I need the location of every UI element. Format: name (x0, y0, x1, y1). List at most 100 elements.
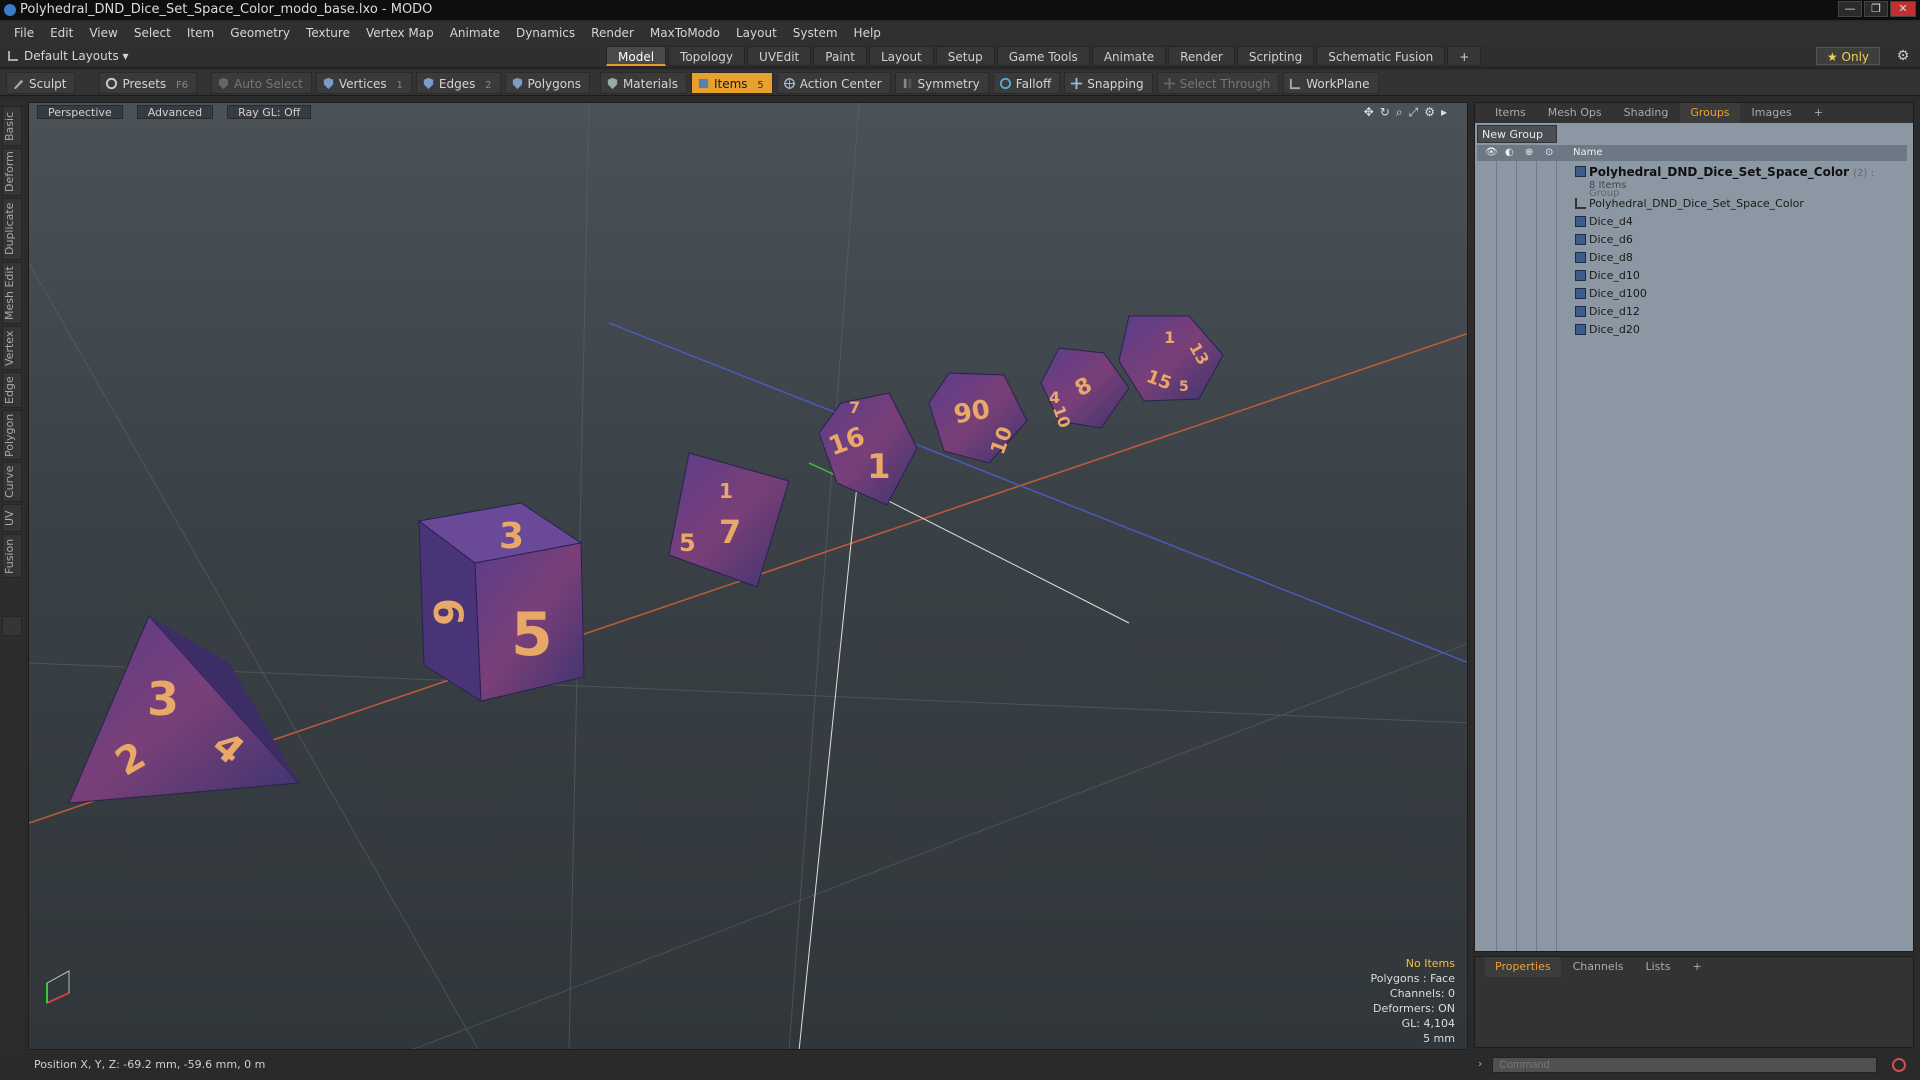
tab-shading[interactable]: Shading (1614, 103, 1679, 123)
tab-uvedit[interactable]: UVEdit (747, 46, 812, 66)
tab-animate[interactable]: Animate (1091, 46, 1167, 66)
zoom-icon[interactable]: ⌕ (1396, 105, 1403, 120)
shading-dropdown[interactable]: Advanced (136, 105, 214, 119)
menu-vertex-map[interactable]: Vertex Map (358, 26, 442, 40)
menu-file[interactable]: File (6, 26, 42, 40)
polygons-button[interactable]: Polygons (504, 71, 590, 94)
record-icon[interactable] (1892, 1058, 1906, 1072)
symmetry-button[interactable]: Symmetry (894, 71, 989, 94)
sculpt-button[interactable]: Sculpt (6, 71, 76, 94)
lock-column-icon[interactable]: ⊕ (1525, 145, 1533, 161)
list-item[interactable]: Dice_d100 (1575, 285, 1905, 303)
tab-items[interactable]: Items (1485, 103, 1536, 123)
maximize-button[interactable]: ❐ (1864, 1, 1888, 17)
menu-render[interactable]: Render (583, 26, 642, 40)
close-button[interactable]: ✕ (1890, 1, 1916, 17)
tab-paint[interactable]: Paint (813, 46, 867, 66)
d6-face-label: 3 (499, 516, 524, 557)
tab-fusion[interactable]: Fusion (2, 534, 22, 578)
tab-setup[interactable]: Setup (935, 46, 995, 66)
action-center-button[interactable]: Action Center (776, 71, 891, 94)
presets-button[interactable]: Presets F6 (99, 71, 198, 94)
menu-maxtomodo[interactable]: MaxToModo (642, 26, 728, 40)
tab-properties[interactable]: Properties (1485, 957, 1561, 977)
menu-help[interactable]: Help (846, 26, 889, 40)
left-tool-tabs: Basic Deform Duplicate Mesh Edit Vertex … (0, 100, 24, 1050)
menu-animate[interactable]: Animate (442, 26, 508, 40)
render-column-icon[interactable]: ◐ (1505, 145, 1514, 161)
tab-channels[interactable]: Channels (1563, 957, 1634, 977)
tab-lists[interactable]: Lists (1636, 957, 1681, 977)
panel-toggle-icon[interactable] (2, 616, 22, 636)
list-item[interactable]: Dice_d6 (1575, 231, 1905, 249)
tab-render[interactable]: Render (1168, 46, 1235, 66)
menu-view[interactable]: View (81, 26, 125, 40)
tab-edge[interactable]: Edge (2, 372, 22, 408)
expand-arrow-icon[interactable]: ▸ (1441, 105, 1447, 120)
select-through-button[interactable]: Select Through (1156, 71, 1280, 94)
select-column-icon[interactable]: ⊙ (1545, 145, 1553, 161)
gear-icon[interactable]: ⚙ (1894, 47, 1912, 65)
tab-duplicate[interactable]: Duplicate (2, 198, 22, 260)
menu-edit[interactable]: Edit (42, 26, 81, 40)
vertices-button[interactable]: Vertices 1 (315, 71, 412, 94)
tab-mesh-edit[interactable]: Mesh Edit (2, 262, 22, 324)
workplane-button[interactable]: WorkPlane (1283, 71, 1379, 94)
list-item[interactable]: Dice_d10 (1575, 267, 1905, 285)
crosshair-icon (783, 77, 795, 89)
tab-deform[interactable]: Deform (2, 148, 22, 196)
tab-basic[interactable]: Basic (2, 106, 22, 146)
minimize-button[interactable]: — (1838, 1, 1862, 17)
dice-d4[interactable] (68, 615, 301, 804)
3d-viewport[interactable]: 3 2 4 3 6 5 1 5 7 7 16 1 90 10 8 4 10 1 … (28, 102, 1468, 1050)
materials-button[interactable]: Materials (599, 71, 687, 94)
add-panel-tab-button[interactable]: + (1804, 103, 1833, 123)
tab-scripting[interactable]: Scripting (1236, 46, 1315, 66)
rotate-icon[interactable]: ↻ (1380, 105, 1390, 120)
material-icon (607, 77, 618, 89)
eye-column-icon[interactable]: 👁 (1485, 145, 1498, 161)
view-mode-dropdown[interactable]: Perspective (37, 105, 123, 119)
list-item[interactable]: Dice_d4 (1575, 213, 1905, 231)
tab-layout[interactable]: Layout (868, 46, 934, 66)
menu-texture[interactable]: Texture (298, 26, 358, 40)
tab-images[interactable]: Images (1742, 103, 1802, 123)
add-properties-tab-button[interactable]: + (1682, 957, 1711, 977)
add-tab-button[interactable]: + (1447, 46, 1482, 66)
tab-topology[interactable]: Topology (668, 46, 746, 66)
auto-select-button[interactable]: Auto Select (211, 71, 312, 94)
new-group-button[interactable]: New Group (1477, 125, 1557, 143)
pan-icon[interactable]: ✥ (1364, 105, 1374, 120)
menu-system[interactable]: System (785, 26, 846, 40)
fit-icon[interactable]: ⤢ (1409, 105, 1419, 120)
falloff-button[interactable]: Falloff (992, 71, 1061, 94)
snapping-button[interactable]: Snapping (1064, 71, 1153, 94)
tab-schematic-fusion[interactable]: Schematic Fusion (1316, 46, 1446, 66)
tab-vertex[interactable]: Vertex (2, 326, 22, 370)
tab-polygon[interactable]: Polygon (2, 410, 22, 460)
tab-mesh-ops[interactable]: Mesh Ops (1538, 103, 1612, 123)
tab-game-tools[interactable]: Game Tools (996, 46, 1090, 66)
mode-tabs: Model Topology UVEdit Paint Layout Setup… (606, 46, 1482, 66)
list-item[interactable]: Dice_d12 (1575, 303, 1905, 321)
menu-item[interactable]: Item (179, 26, 222, 40)
mesh-icon (1575, 270, 1586, 281)
tab-curve[interactable]: Curve (2, 462, 22, 502)
layout-selector[interactable]: Default Layouts ▾ (6, 47, 129, 65)
tab-model[interactable]: Model (606, 46, 667, 66)
edges-button[interactable]: Edges 2 (415, 71, 501, 94)
menu-select[interactable]: Select (126, 26, 179, 40)
menu-layout[interactable]: Layout (728, 26, 785, 40)
list-item[interactable]: Dice_d8 (1575, 249, 1905, 267)
list-item[interactable]: Polyhedral_DND_Dice_Set_Space_Color (1575, 195, 1905, 213)
viewport-gear-icon[interactable]: ⚙ (1424, 105, 1435, 120)
list-item[interactable]: Dice_d20 (1575, 321, 1905, 339)
menu-geometry[interactable]: Geometry (222, 26, 298, 40)
tab-uv[interactable]: UV (2, 504, 22, 532)
command-input[interactable] (1492, 1057, 1877, 1073)
only-toggle-button[interactable]: ★ Only (1816, 47, 1880, 65)
raygl-toggle[interactable]: Ray GL: Off (227, 105, 312, 119)
menu-dynamics[interactable]: Dynamics (508, 26, 583, 40)
tab-groups[interactable]: Groups (1680, 103, 1740, 123)
items-button[interactable]: Items 5 (690, 71, 773, 94)
